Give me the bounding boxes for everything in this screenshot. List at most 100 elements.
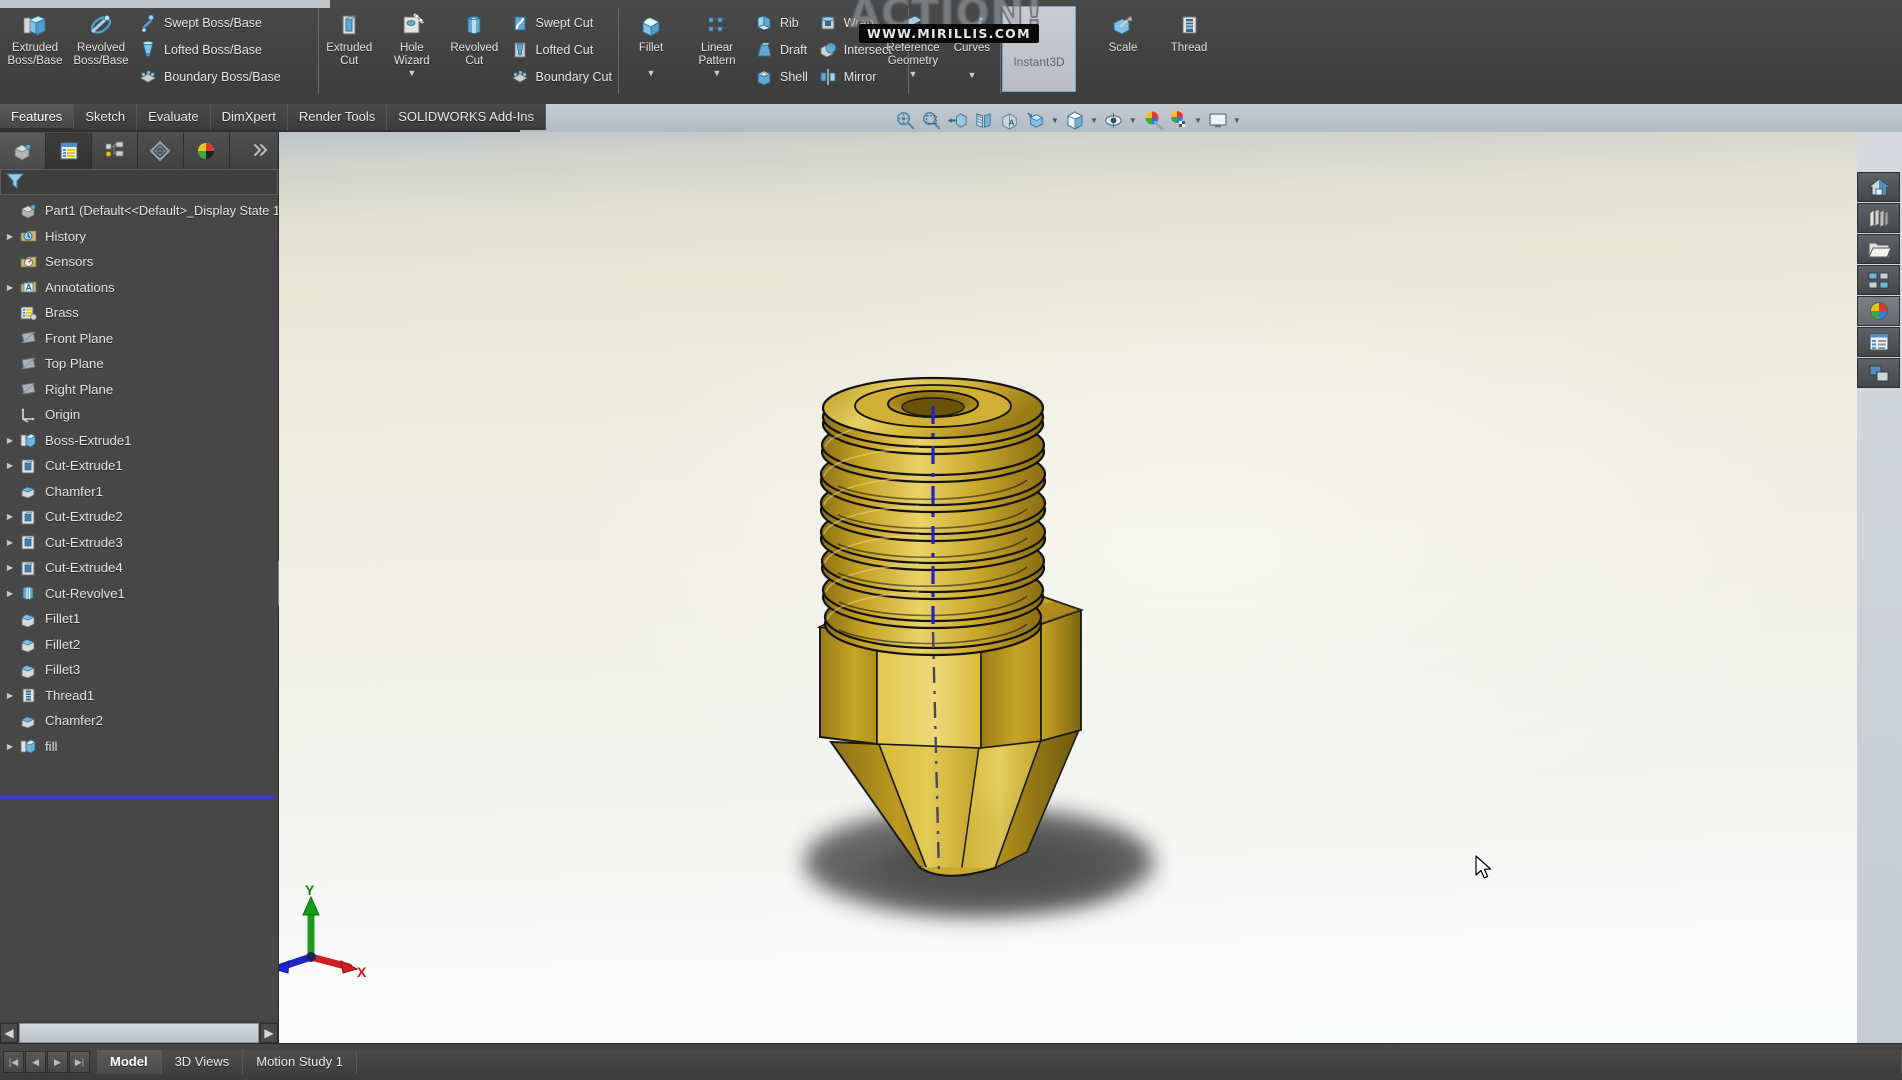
- hide-show-items-caret[interactable]: ▼: [1088, 107, 1101, 133]
- tree-horizontal-scrollbar[interactable]: ◀ ▶: [0, 1022, 278, 1044]
- scroll-left-button[interactable]: ◀: [0, 1023, 18, 1043]
- first-button[interactable]: |◀: [3, 1051, 24, 1073]
- configuration-manager-tab[interactable]: [92, 132, 138, 169]
- tree-item-thread1[interactable]: ▶ Thread1: [0, 683, 278, 709]
- bottom-tab-motion-study[interactable]: Motion Study 1: [243, 1050, 357, 1074]
- fillet-button[interactable]: Fillet ▼: [618, 6, 684, 78]
- render-tools-pane-button[interactable]: [1857, 358, 1900, 388]
- viewport-layout-caret[interactable]: ▼: [1231, 107, 1244, 133]
- lofted-boss-base-button[interactable]: Lofted Boss/Base: [134, 36, 287, 63]
- view-settings-button[interactable]: [1101, 107, 1127, 133]
- zoom-to-fit-button[interactable]: [893, 107, 919, 133]
- view-palette-button[interactable]: [1857, 265, 1900, 295]
- panel-expand-button[interactable]: [248, 138, 274, 162]
- linear-pattern-dropdown-caret[interactable]: ▼: [713, 69, 722, 78]
- linear-pattern-button[interactable]: Linear Pattern ▼: [684, 6, 750, 78]
- tree-item-cut-extrude3[interactable]: ▶ Cut-Extrude3: [0, 530, 278, 556]
- display-style-caret[interactable]: ▼: [1049, 107, 1062, 133]
- tree-item-fillet1[interactable]: Fillet1: [0, 606, 278, 632]
- shell-button[interactable]: Shell: [750, 63, 814, 90]
- scale-button[interactable]: Scale: [1090, 6, 1156, 55]
- tree-item-brass[interactable]: Brass: [0, 300, 278, 326]
- scroll-right-button[interactable]: ▶: [260, 1023, 278, 1043]
- view-settings-caret[interactable]: ▼: [1127, 107, 1140, 133]
- tree-item-cut-revolve1[interactable]: ▶ Cut-Revolve1: [0, 581, 278, 607]
- file-explorer-button[interactable]: [1857, 234, 1900, 264]
- tree-item-chamfer1[interactable]: Chamfer1: [0, 479, 278, 505]
- tree-arrow[interactable]: ▶: [2, 563, 18, 572]
- extruded-cut-button[interactable]: Extruded Cut: [318, 6, 381, 68]
- tree-item-cut-extrude1[interactable]: ▶ Cut-Extrude1: [0, 453, 278, 479]
- last-button[interactable]: ▶|: [69, 1051, 90, 1073]
- rib-button[interactable]: Rib: [750, 9, 814, 36]
- hole-wizard-dropdown-caret[interactable]: ▼: [407, 69, 416, 78]
- boundary-cut-button[interactable]: Boundary Cut: [506, 63, 618, 90]
- section-view-button[interactable]: [971, 107, 997, 133]
- tree-item-chamfer2[interactable]: Chamfer2: [0, 708, 278, 734]
- hide-show-items-button[interactable]: [1062, 107, 1088, 133]
- bottom-tab-model[interactable]: Model: [97, 1050, 162, 1074]
- tree-arrow[interactable]: ▶: [2, 283, 18, 292]
- tab-features[interactable]: Features: [0, 104, 75, 130]
- bottom-tab-3d-views[interactable]: 3D Views: [161, 1050, 244, 1074]
- view-orientation-button[interactable]: A: [997, 107, 1023, 133]
- tree-arrow[interactable]: ▶: [2, 538, 18, 547]
- dimxpert-manager-tab[interactable]: [138, 132, 184, 169]
- tree-item-part1[interactable]: Part1 (Default<<Default>_Display State 1…: [0, 198, 278, 224]
- scene-palette-button[interactable]: [1166, 107, 1192, 133]
- revolved-cut-button[interactable]: Revolved Cut: [443, 6, 506, 68]
- swept-boss-base-button[interactable]: Swept Boss/Base: [134, 9, 287, 36]
- design-library-button[interactable]: [1857, 203, 1900, 233]
- tree-item-right-plane[interactable]: Right Plane: [0, 377, 278, 403]
- solidworks-resources-button[interactable]: [1857, 172, 1900, 202]
- scene-palette-caret[interactable]: ▼: [1192, 107, 1205, 133]
- feature-tree-filter[interactable]: [0, 169, 278, 195]
- tree-item-annotations[interactable]: ▶ A Annotations: [0, 275, 278, 301]
- reference-geometry-caret[interactable]: ▼: [908, 70, 917, 79]
- tree-arrow[interactable]: ▶: [2, 512, 18, 521]
- boundary-boss-base-button[interactable]: Boundary Boss/Base: [134, 63, 287, 90]
- draft-button[interactable]: Draft: [750, 36, 814, 63]
- tree-item-top-plane[interactable]: Top Plane: [0, 351, 278, 377]
- swept-cut-button[interactable]: Swept Cut: [506, 9, 618, 36]
- revolved-boss-base-button[interactable]: Revolved Boss/Base: [68, 6, 134, 68]
- next-button[interactable]: ▶: [47, 1051, 68, 1073]
- graphics-viewport[interactable]: Y X Z: [279, 132, 1857, 1044]
- curves-button[interactable]: Curves ▼: [944, 6, 1000, 80]
- rollback-bar[interactable]: [0, 796, 276, 799]
- tree-item-fillet2[interactable]: Fillet2: [0, 632, 278, 658]
- hole-wizard-button[interactable]: Hole Wizard ▼: [381, 6, 444, 78]
- feature-manager-tab[interactable]: [0, 132, 46, 169]
- tree-arrow[interactable]: ▶: [2, 691, 18, 700]
- fillet-dropdown-caret[interactable]: ▼: [647, 69, 656, 78]
- tab-dimxpert[interactable]: DimXpert: [210, 104, 288, 130]
- previous-button[interactable]: ◀: [25, 1051, 46, 1073]
- tree-item-fillet3[interactable]: Fillet3: [0, 657, 278, 683]
- display-style-button[interactable]: [1023, 107, 1049, 133]
- nozzle-model[interactable]: [279, 132, 1857, 1044]
- tree-arrow[interactable]: ▶: [2, 232, 18, 241]
- extruded-boss-base-button[interactable]: Extruded Boss/Base: [2, 6, 68, 68]
- tree-item-history[interactable]: ▶ History: [0, 224, 278, 250]
- tree-item-cut-extrude2[interactable]: ▶ Cut-Extrude2: [0, 504, 278, 530]
- curves-caret[interactable]: ▼: [967, 71, 976, 80]
- thread-button[interactable]: Thread: [1156, 6, 1222, 55]
- apply-scene-button[interactable]: [1140, 107, 1166, 133]
- reference-geometry-button[interactable]: Reference Geometry ▼: [882, 6, 944, 79]
- tree-item-cut-extrude4[interactable]: ▶ Cut-Extrude4: [0, 555, 278, 581]
- zoom-to-area-button[interactable]: [919, 107, 945, 133]
- viewport-layout-button[interactable]: [1205, 107, 1231, 133]
- lofted-cut-button[interactable]: Lofted Cut: [506, 36, 618, 63]
- tree-arrow[interactable]: ▶: [2, 589, 18, 598]
- instant3d-toggle-button[interactable]: Instant3D: [1002, 6, 1076, 92]
- tree-item-origin[interactable]: Origin: [0, 402, 278, 428]
- tab-evaluate[interactable]: Evaluate: [137, 104, 211, 130]
- tree-arrow[interactable]: ▶: [2, 742, 18, 751]
- tree-item-sensors[interactable]: Sensors: [0, 249, 278, 275]
- filter-input[interactable]: [26, 174, 277, 190]
- tree-item-front-plane[interactable]: Front Plane: [0, 326, 278, 352]
- appearances-scenes-button[interactable]: [1857, 296, 1900, 326]
- property-manager-tab[interactable]: [46, 132, 92, 169]
- display-manager-tab[interactable]: [184, 132, 230, 169]
- tab-sketch[interactable]: Sketch: [74, 104, 138, 130]
